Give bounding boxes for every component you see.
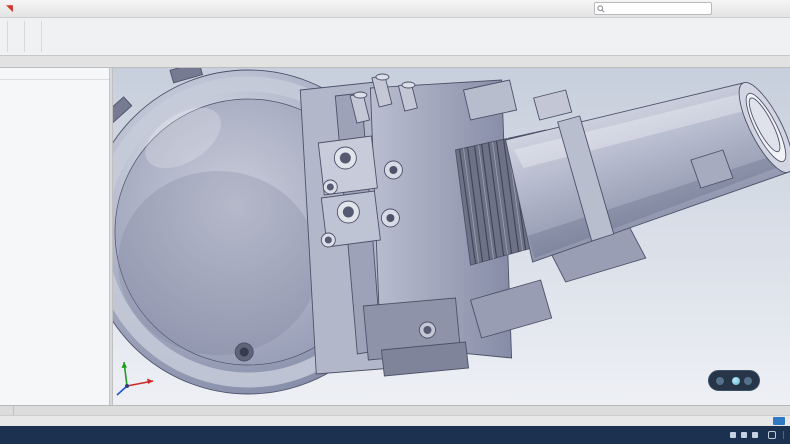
- quality-group: [46, 19, 54, 54]
- panel-tab-bar: [0, 68, 109, 80]
- help-button[interactable]: [715, 2, 731, 16]
- commandmanager-tabs: [0, 56, 790, 68]
- volume-icon[interactable]: [741, 432, 747, 438]
- battery-icon[interactable]: [752, 432, 758, 438]
- search-input[interactable]: [594, 2, 712, 15]
- close-button[interactable]: [772, 2, 788, 16]
- export-group-en: [29, 19, 37, 54]
- statusbar: [0, 415, 790, 426]
- solidworks-logo-icon: ◥: [6, 4, 13, 13]
- solidworks-window: ◥: [0, 0, 790, 444]
- notification-icon[interactable]: [768, 431, 776, 439]
- widget-camera-icon[interactable]: [732, 377, 740, 385]
- help-search: [594, 2, 712, 15]
- feature-tree: [0, 80, 109, 405]
- 3d-model-view[interactable]: [113, 68, 790, 405]
- export-group-cn: [12, 19, 20, 54]
- widget-dot-icon[interactable]: [716, 377, 724, 385]
- system-tray: [720, 431, 790, 439]
- status-corner-icon[interactable]: [773, 417, 785, 425]
- featuremanager-panel: [0, 68, 110, 405]
- minimize-button[interactable]: [734, 2, 750, 16]
- widget-settings-icon[interactable]: [744, 377, 752, 385]
- maximize-button[interactable]: [753, 2, 769, 16]
- titlebar: ◥: [0, 0, 790, 18]
- search-icon: [597, 5, 605, 13]
- document-view-tabs: [0, 405, 790, 415]
- network-icon[interactable]: [730, 432, 736, 438]
- graphics-viewport[interactable]: [113, 68, 790, 405]
- view-angle-widget[interactable]: [708, 370, 760, 391]
- show-desktop-button[interactable]: [783, 431, 786, 439]
- tab-scroll-icon[interactable]: [0, 406, 14, 415]
- solidworks-logo[interactable]: ◥: [2, 4, 19, 13]
- windows-taskbar: [0, 426, 790, 444]
- inspection-ribbon: [0, 18, 790, 56]
